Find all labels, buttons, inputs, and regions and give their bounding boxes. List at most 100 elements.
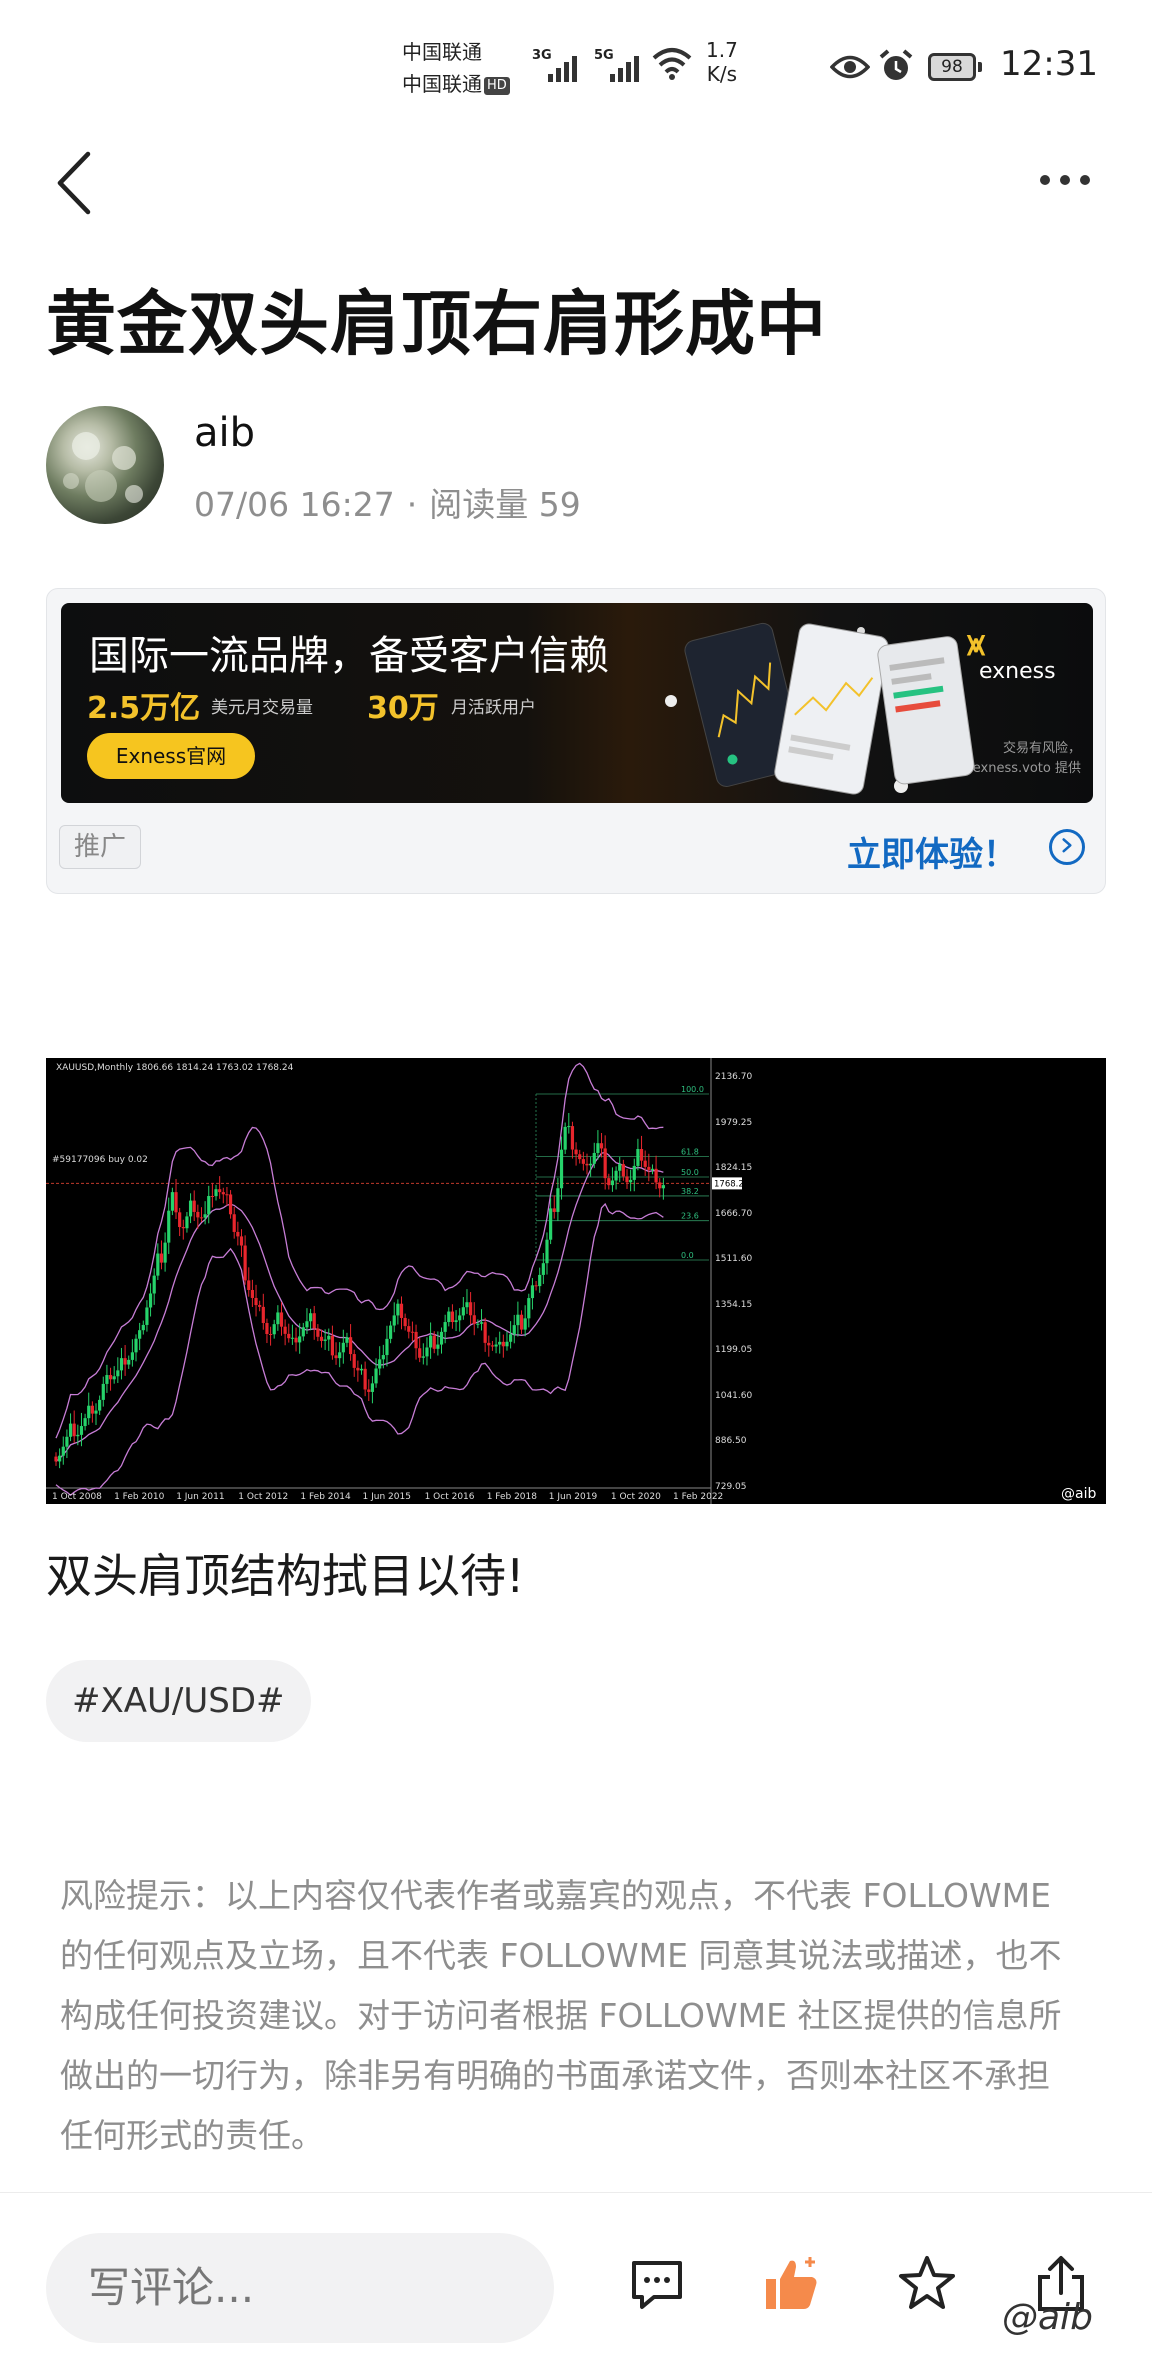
eye-icon xyxy=(830,55,870,79)
article-title: 黄金双头肩顶右肩形成中 xyxy=(46,283,827,365)
candle-body xyxy=(556,1188,560,1212)
candle-body xyxy=(359,1368,364,1371)
y-tick-label: 1041.60 xyxy=(715,1391,752,1401)
topic-tag[interactable]: #XAU/USD# xyxy=(46,1660,311,1742)
candle-body xyxy=(188,1200,193,1217)
candle-body xyxy=(534,1285,538,1287)
candle-body xyxy=(483,1322,487,1343)
candle-body xyxy=(112,1376,116,1380)
y-tick-label: 1979.25 xyxy=(715,1118,752,1128)
status-bar: 中国联通 中国联通 HD 3G 5G 1.7 K/s 98 12:31 xyxy=(0,0,1152,130)
candle-body xyxy=(239,1236,244,1246)
candle-body xyxy=(279,1312,284,1327)
candle-body xyxy=(498,1341,502,1345)
candle-body xyxy=(254,1297,258,1306)
ad-cta-link[interactable]: 立即体验！ xyxy=(847,827,1017,876)
candle-body xyxy=(225,1194,229,1196)
candle-body xyxy=(650,1168,655,1170)
order-line-label: #59177096 buy 0.02 xyxy=(52,1155,148,1165)
candle-body xyxy=(327,1335,331,1340)
candle-body xyxy=(228,1194,233,1215)
candle-body xyxy=(298,1336,302,1343)
candle-body xyxy=(425,1347,429,1357)
comment-input[interactable]: 写评论... xyxy=(46,2233,554,2343)
carrier-2: 中国联通 HD xyxy=(402,68,510,100)
candle-body xyxy=(661,1185,665,1189)
bollinger-upper-line xyxy=(55,1062,664,1439)
y-tick-label: 1666.70 xyxy=(715,1209,752,1219)
ad-stat-users: 30万 xyxy=(367,691,439,726)
candle-body xyxy=(68,1423,73,1437)
candle-body xyxy=(199,1217,204,1219)
candle-body xyxy=(167,1210,171,1243)
candle-body xyxy=(512,1325,516,1335)
candle-body xyxy=(639,1149,644,1161)
author-name[interactable]: aib xyxy=(194,410,255,456)
clock: 12:31 xyxy=(1000,44,1098,84)
candle-body xyxy=(312,1313,316,1329)
candle-body xyxy=(148,1293,153,1308)
candle-body xyxy=(465,1302,469,1308)
y-tick-label: 2136.70 xyxy=(715,1072,752,1082)
candle-body xyxy=(450,1311,455,1323)
price-chart[interactable]: 2136.70 1979.25 1824.15 1666.70 1511.60 1354.… xyxy=(46,1058,1106,1504)
candle-body xyxy=(381,1355,385,1360)
more-options-icon[interactable] xyxy=(1040,170,1110,190)
candle-body xyxy=(65,1436,69,1447)
article-caption: 双头肩顶结构拭目以待! xyxy=(46,1549,525,1603)
like-icon[interactable] xyxy=(760,2253,822,2315)
candle-body xyxy=(490,1345,495,1347)
y-tick-label: 1824.15 xyxy=(715,1163,752,1173)
candle-body xyxy=(221,1192,225,1195)
risk-notice: 风险提示：以上内容仅代表作者或嘉宾的观点，不代表 FOLLOWME 的任何观点及… xyxy=(60,1876,1062,2155)
ad-banner[interactable]: 国际一流品牌，备受客户信赖 2.5万亿 美元月交易量 30万 月活跃用户 Exn… xyxy=(61,603,1093,803)
post-meta: 07/06 16:27 · 阅读量 59 xyxy=(194,478,581,526)
candle-body xyxy=(574,1149,578,1155)
candle-body xyxy=(196,1211,200,1218)
post-date: 07/06 16:27 xyxy=(194,485,395,524)
favorite-star-icon[interactable] xyxy=(896,2253,958,2315)
candlestick-chart: 2136.70 1979.25 1824.15 1666.70 1511.60 1354.… xyxy=(46,1058,1096,1504)
candle-body xyxy=(396,1303,400,1316)
comment-icon[interactable] xyxy=(626,2253,688,2315)
candle-body xyxy=(643,1160,647,1167)
candle-body xyxy=(589,1163,593,1166)
candle-body xyxy=(79,1426,84,1435)
candle-body xyxy=(145,1307,149,1325)
candle-body xyxy=(301,1327,305,1337)
fib-level-label: 38.2 xyxy=(681,1187,699,1196)
ad-card[interactable]: 国际一流品牌，备受客户信赖 2.5万亿 美元月交易量 30万 月活跃用户 Exn… xyxy=(46,588,1106,894)
x-tick-label: 1 Oct 2012 xyxy=(238,1492,288,1502)
back-icon[interactable] xyxy=(54,150,94,216)
y-tick-label: 1511.60 xyxy=(715,1254,752,1264)
candle-body xyxy=(356,1367,360,1371)
candle-body xyxy=(519,1314,524,1330)
candle-body xyxy=(83,1418,87,1427)
ad-official-site-button[interactable]: Exness官网 xyxy=(87,733,255,779)
chevron-right-circle-icon[interactable] xyxy=(1049,829,1085,865)
candle-body xyxy=(541,1263,545,1275)
candle-body xyxy=(374,1368,378,1384)
candle-body xyxy=(469,1302,473,1316)
candle-body xyxy=(625,1176,629,1183)
y-tick-label: 886.50 xyxy=(715,1436,747,1446)
candle-body xyxy=(116,1370,120,1377)
candle-body xyxy=(316,1328,320,1337)
candle-body xyxy=(370,1383,375,1392)
fib-level-label: 100.0 xyxy=(681,1085,704,1094)
candle-body xyxy=(378,1359,382,1369)
ad-headline: 国际一流品牌，备受客户信赖 xyxy=(89,633,609,679)
candle-body xyxy=(494,1344,498,1347)
candle-body xyxy=(159,1253,164,1263)
candle-body xyxy=(72,1423,76,1437)
x-tick-label: 1 Jun 2019 xyxy=(549,1492,598,1502)
candle-body xyxy=(585,1163,589,1166)
ad-phones-image xyxy=(665,622,975,795)
candle-body xyxy=(472,1315,476,1324)
x-tick-label: 1 Feb 2010 xyxy=(114,1492,165,1502)
network-speed: 1.7 K/s xyxy=(706,38,738,86)
candle-body xyxy=(94,1410,98,1414)
candle-body xyxy=(185,1216,189,1229)
author-avatar[interactable] xyxy=(46,406,164,524)
candle-body xyxy=(258,1305,262,1307)
